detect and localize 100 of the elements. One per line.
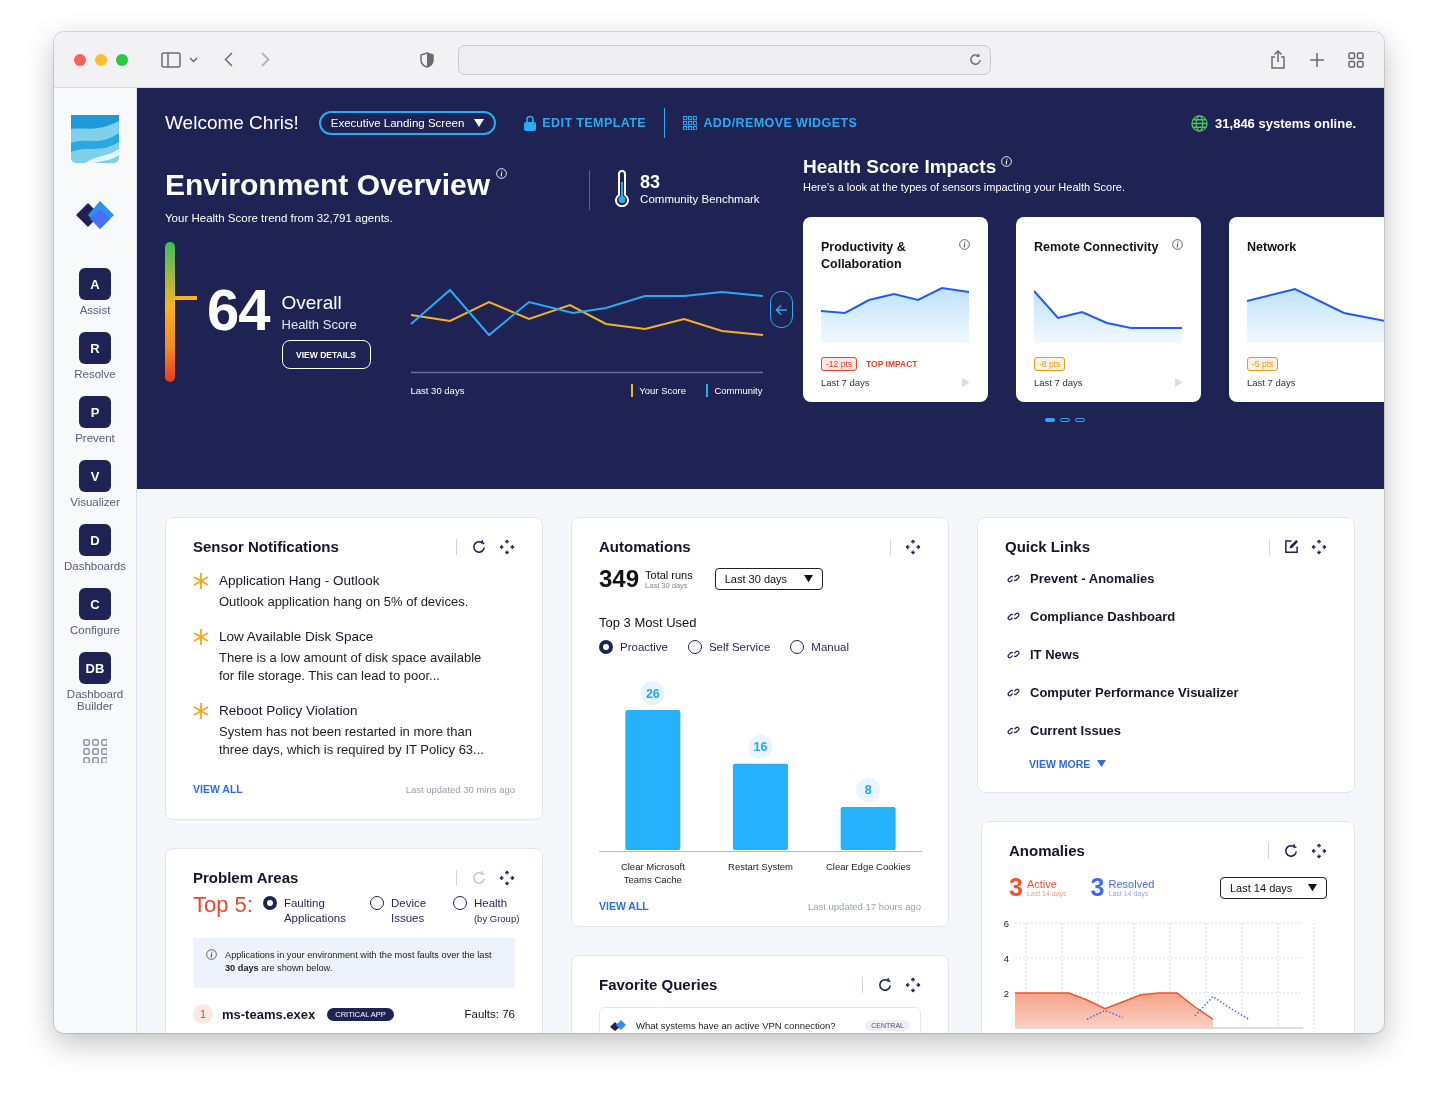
notification-text: System has not been restarted in more than three days, which is required by IT Policy 63...: [219, 723, 485, 759]
asterisk-icon: [193, 703, 209, 719]
card-title: Favorite Queries: [599, 976, 719, 993]
chevron-down-icon[interactable]: [189, 56, 198, 63]
last-updated-text: Last updated 30 mins ago: [405, 783, 515, 795]
period-dropdown[interactable]: Last 14 days: [1220, 876, 1327, 899]
info-icon[interactable]: [206, 949, 217, 960]
brand-logo: [71, 115, 119, 163]
arrow-left-icon: [775, 303, 788, 316]
quick-link[interactable]: Compliance Dashboard: [1005, 609, 1176, 624]
bar: [840, 806, 896, 850]
quick-link[interactable]: Computer Performance Visualizer: [1005, 685, 1239, 700]
fault-count: Faults: 76: [464, 1008, 515, 1020]
category-label: Clear Microsoft Teams Cache: [619, 860, 686, 886]
close-window-button[interactable]: [74, 53, 86, 66]
filter-radio[interactable]: Self Service: [687, 640, 771, 654]
caret-icon: [1097, 760, 1107, 768]
card-title: Quick Links: [1005, 538, 1092, 555]
y-tick-label: 4: [1003, 952, 1009, 964]
move-icon[interactable]: [499, 538, 515, 555]
edit-icon[interactable]: [1284, 539, 1299, 554]
sidebar-item[interactable]: D Dashboards: [55, 524, 135, 573]
view-details-button[interactable]: VIEW DETAILS: [281, 340, 371, 369]
card-title: Problem Areas: [193, 869, 300, 886]
impact-points-badge: -8 pts: [1034, 357, 1066, 371]
carousel-back-button[interactable]: [770, 291, 793, 328]
total-runs-label: Total runs: [645, 568, 693, 581]
move-icon[interactable]: [1311, 842, 1327, 859]
move-icon[interactable]: [499, 869, 515, 886]
sidebar-item[interactable]: DB Dashboard Builder: [55, 652, 135, 713]
caret-icon: [474, 119, 485, 127]
share-icon[interactable]: [1270, 50, 1286, 69]
sidebar-toggle-icon[interactable]: [161, 51, 181, 68]
trend-period-label: Last 30 days: [410, 385, 465, 396]
info-notice: Applications in your environment with the most faults over the last 30 days are shown below.: [225, 949, 493, 975]
active-label: Active: [1026, 878, 1058, 890]
plus-icon[interactable]: [1310, 52, 1324, 67]
sidebar-item[interactable]: R Resolve: [55, 332, 135, 381]
view-more-button[interactable]: VIEW MORE: [1029, 758, 1107, 770]
view-all-link[interactable]: VIEW ALL: [599, 900, 649, 912]
tab-overview-icon[interactable]: [1348, 51, 1364, 68]
category-label: Clear Edge Cookies: [824, 860, 912, 874]
move-icon[interactable]: [1311, 538, 1327, 555]
systems-online-status: 31,846 systems online.: [1215, 115, 1356, 131]
card-title: Automations: [599, 538, 692, 555]
filter-radio[interactable]: Device Issues: [369, 896, 439, 926]
lock-icon: [524, 115, 537, 131]
link-icon: [1007, 686, 1020, 699]
move-icon[interactable]: [905, 538, 921, 555]
value-label: 26: [640, 681, 665, 705]
period-dropdown[interactable]: Last 30 days: [714, 568, 823, 590]
filter-radio[interactable]: Manual: [790, 640, 849, 654]
query-text: What systems have an active VPN connection?: [636, 1019, 836, 1031]
sidebar-item[interactable]: C Configure: [55, 588, 135, 637]
info-icon[interactable]: [959, 239, 970, 250]
card-title: Anomalies: [1009, 842, 1086, 859]
quick-link[interactable]: Prevent - Anomalies: [1005, 571, 1155, 586]
notification-title[interactable]: Application Hang - Outlook: [219, 573, 499, 588]
last-updated-text: Last updated 17 hours ago: [807, 900, 921, 912]
thermometer-icon: [614, 170, 631, 207]
info-icon[interactable]: [1172, 239, 1183, 250]
benchmark-score: 83: [640, 172, 662, 193]
reload-icon[interactable]: [969, 53, 982, 66]
application-name[interactable]: ms-teams.exex: [222, 1006, 316, 1022]
impact-period: Last 7 days: [1034, 377, 1083, 388]
caret-icon: [1308, 883, 1317, 892]
refresh-icon[interactable]: [1283, 842, 1299, 859]
y-tick-label: 6: [1003, 917, 1009, 929]
data-label: 26: [645, 686, 660, 701]
score-label: Overall: [281, 292, 343, 314]
filter-radio[interactable]: Health (by Group): [452, 896, 542, 926]
add-remove-widgets-button[interactable]: ADD/REMOVE WIDGETS: [683, 116, 858, 130]
sidebar-item[interactable]: V Visualizer: [55, 460, 135, 509]
sidebar-item[interactable]: P Prevent: [55, 396, 135, 445]
filter-radio[interactable]: Proactive: [599, 640, 668, 654]
data-label: 16: [753, 740, 768, 755]
value-label: 8: [856, 777, 881, 802]
refresh-icon[interactable]: [471, 538, 487, 555]
back-icon[interactable]: [224, 52, 233, 67]
notification-title[interactable]: Low Available Disk Space: [219, 629, 499, 644]
template-dropdown[interactable]: Executive Landing Screen: [318, 111, 497, 135]
welcome-text: Welcome Chris!: [165, 112, 299, 134]
filter-radio[interactable]: Faulting Applications: [262, 896, 356, 926]
view-all-link[interactable]: VIEW ALL: [193, 783, 243, 795]
impact-period: Last 7 days: [1247, 377, 1296, 388]
health-score-value: 64: [207, 280, 270, 344]
quick-link[interactable]: IT News: [1005, 647, 1080, 662]
refresh-icon[interactable]: [877, 976, 893, 993]
notification-title[interactable]: Reboot Policy Violation: [219, 703, 499, 718]
quick-link[interactable]: Current Issues: [1005, 723, 1122, 738]
grid-icon: [683, 116, 698, 130]
sidebar-item[interactable]: A Assist: [55, 268, 135, 317]
notification-text: Outlook application hang on 5% of devices.: [219, 593, 470, 611]
value-label: 16: [748, 734, 773, 759]
apps-grid-icon[interactable]: [83, 738, 107, 763]
section-subtitle: Top 3 Most Used: [599, 615, 698, 630]
edit-template-button[interactable]: EDIT TEMPLATE: [524, 115, 646, 131]
asterisk-icon: [193, 629, 209, 645]
move-icon[interactable]: [905, 976, 921, 993]
y-tick-label: 2: [1003, 987, 1009, 999]
